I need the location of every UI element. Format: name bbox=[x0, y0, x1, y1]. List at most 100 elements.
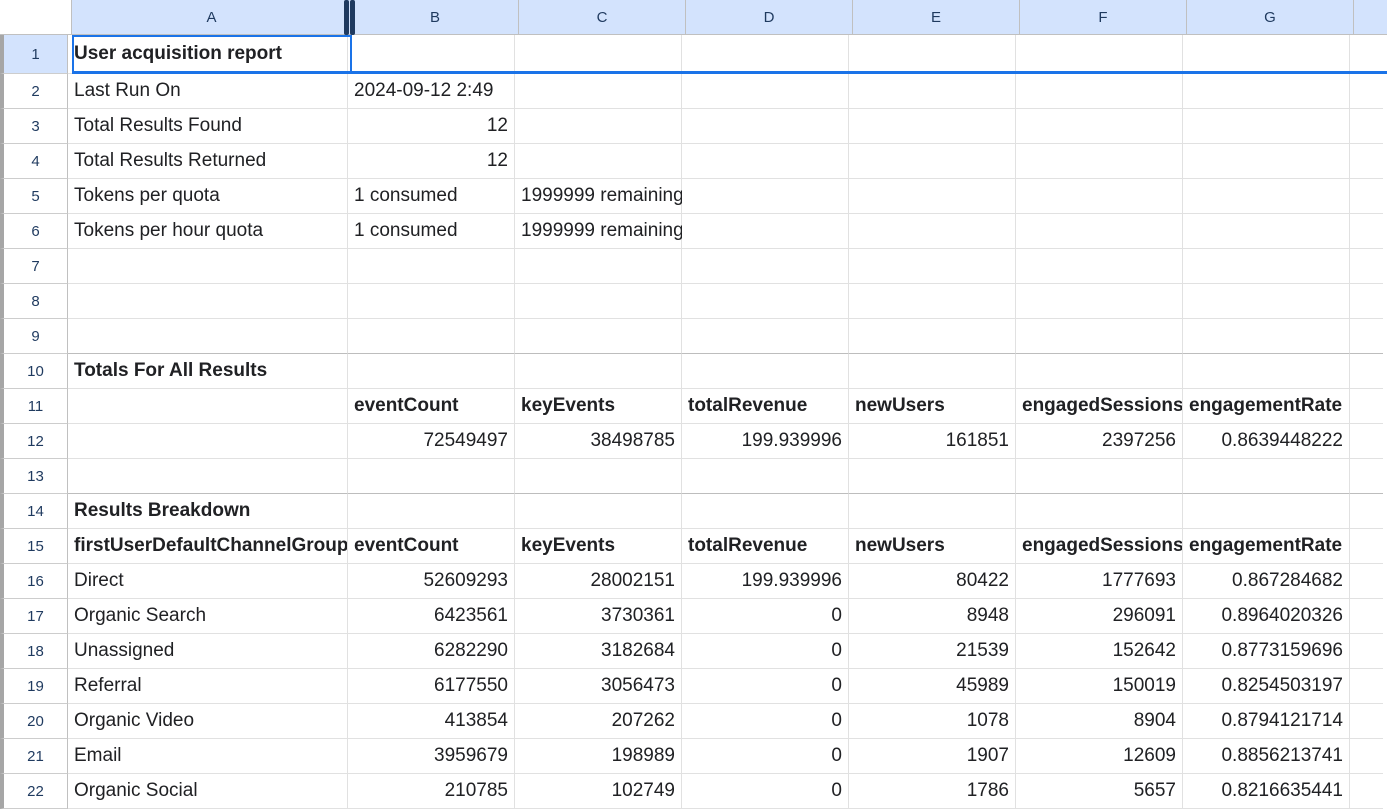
cell-G21[interactable]: 0.8856213741 bbox=[1183, 739, 1350, 774]
cell-D18[interactable]: 0 bbox=[682, 634, 849, 669]
cell-H4[interactable] bbox=[1350, 144, 1383, 179]
cell-C11[interactable]: keyEvents bbox=[515, 389, 682, 424]
cell-A9[interactable] bbox=[68, 319, 348, 354]
cell-B10[interactable] bbox=[348, 354, 515, 389]
cell-A2[interactable]: Last Run On bbox=[68, 74, 348, 109]
cell-D13[interactable] bbox=[682, 459, 849, 494]
cell-E2[interactable] bbox=[849, 74, 1016, 109]
cell-F20[interactable]: 8904 bbox=[1016, 704, 1183, 739]
cell-E6[interactable] bbox=[849, 214, 1016, 249]
cell-A1[interactable]: User acquisition report bbox=[68, 35, 348, 74]
cell-A5[interactable]: Tokens per quota bbox=[68, 179, 348, 214]
col-header-A[interactable]: A bbox=[72, 0, 352, 35]
cell-E7[interactable] bbox=[849, 249, 1016, 284]
cell-E12[interactable]: 161851 bbox=[849, 424, 1016, 459]
cell-E11[interactable]: newUsers bbox=[849, 389, 1016, 424]
cell-E17[interactable]: 8948 bbox=[849, 599, 1016, 634]
cell-E14[interactable] bbox=[849, 494, 1016, 529]
cell-F18[interactable]: 152642 bbox=[1016, 634, 1183, 669]
cell-E16[interactable]: 80422 bbox=[849, 564, 1016, 599]
cell-A10[interactable]: Totals For All Results bbox=[68, 354, 348, 389]
row-header-10[interactable]: 10 bbox=[0, 354, 68, 389]
cell-F14[interactable] bbox=[1016, 494, 1183, 529]
cell-F22[interactable]: 5657 bbox=[1016, 774, 1183, 809]
cell-B15[interactable]: eventCount bbox=[348, 529, 515, 564]
cell-B21[interactable]: 3959679 bbox=[348, 739, 515, 774]
cell-D16[interactable]: 199.939996 bbox=[682, 564, 849, 599]
row-header-5[interactable]: 5 bbox=[0, 179, 68, 214]
cell-D21[interactable]: 0 bbox=[682, 739, 849, 774]
cell-H9[interactable] bbox=[1350, 319, 1383, 354]
cell-H16[interactable] bbox=[1350, 564, 1383, 599]
cell-C4[interactable] bbox=[515, 144, 682, 179]
cell-C16[interactable]: 28002151 bbox=[515, 564, 682, 599]
col-header-B[interactable]: B bbox=[352, 0, 519, 35]
cell-E19[interactable]: 45989 bbox=[849, 669, 1016, 704]
column-resize-handle-icon[interactable] bbox=[344, 0, 355, 35]
cell-E21[interactable]: 1907 bbox=[849, 739, 1016, 774]
cell-D8[interactable] bbox=[682, 284, 849, 319]
cell-D10[interactable] bbox=[682, 354, 849, 389]
row-header-22[interactable]: 22 bbox=[0, 774, 68, 809]
cell-B16[interactable]: 52609293 bbox=[348, 564, 515, 599]
cell-F9[interactable] bbox=[1016, 319, 1183, 354]
cell-H19[interactable] bbox=[1350, 669, 1383, 704]
cell-E8[interactable] bbox=[849, 284, 1016, 319]
cell-H12[interactable] bbox=[1350, 424, 1383, 459]
cell-G12[interactable]: 0.8639448222 bbox=[1183, 424, 1350, 459]
cell-B13[interactable] bbox=[348, 459, 515, 494]
cell-C22[interactable]: 102749 bbox=[515, 774, 682, 809]
row-header-21[interactable]: 21 bbox=[0, 739, 68, 774]
cell-F5[interactable] bbox=[1016, 179, 1183, 214]
cell-B5[interactable]: 1 consumed bbox=[348, 179, 515, 214]
cell-H18[interactable] bbox=[1350, 634, 1383, 669]
cell-B22[interactable]: 210785 bbox=[348, 774, 515, 809]
cell-E20[interactable]: 1078 bbox=[849, 704, 1016, 739]
cell-B8[interactable] bbox=[348, 284, 515, 319]
cell-D5[interactable] bbox=[682, 179, 849, 214]
cell-B20[interactable]: 413854 bbox=[348, 704, 515, 739]
col-header-D[interactable]: D bbox=[686, 0, 853, 35]
cell-B9[interactable] bbox=[348, 319, 515, 354]
cell-H21[interactable] bbox=[1350, 739, 1383, 774]
cell-D12[interactable]: 199.939996 bbox=[682, 424, 849, 459]
cell-G1[interactable] bbox=[1183, 35, 1350, 74]
cell-C21[interactable]: 198989 bbox=[515, 739, 682, 774]
cell-A4[interactable]: Total Results Returned bbox=[68, 144, 348, 179]
cell-A3[interactable]: Total Results Found bbox=[68, 109, 348, 144]
cell-G22[interactable]: 0.8216635441 bbox=[1183, 774, 1350, 809]
cell-H11[interactable] bbox=[1350, 389, 1383, 424]
cell-D3[interactable] bbox=[682, 109, 849, 144]
col-header-F[interactable]: F bbox=[1020, 0, 1187, 35]
cell-B19[interactable]: 6177550 bbox=[348, 669, 515, 704]
cell-G6[interactable] bbox=[1183, 214, 1350, 249]
cell-B12[interactable]: 72549497 bbox=[348, 424, 515, 459]
cell-B4[interactable]: 12 bbox=[348, 144, 515, 179]
cell-B1[interactable] bbox=[348, 35, 515, 74]
cell-C1[interactable] bbox=[515, 35, 682, 74]
cell-A7[interactable] bbox=[68, 249, 348, 284]
row-header-15[interactable]: 15 bbox=[0, 529, 68, 564]
cell-A18[interactable]: Unassigned bbox=[68, 634, 348, 669]
cell-C18[interactable]: 3182684 bbox=[515, 634, 682, 669]
cell-H1[interactable] bbox=[1350, 35, 1383, 74]
cell-C3[interactable] bbox=[515, 109, 682, 144]
cell-H13[interactable] bbox=[1350, 459, 1383, 494]
cell-H2[interactable] bbox=[1350, 74, 1383, 109]
row-header-3[interactable]: 3 bbox=[0, 109, 68, 144]
cell-H8[interactable] bbox=[1350, 284, 1383, 319]
cell-D2[interactable] bbox=[682, 74, 849, 109]
cell-F13[interactable] bbox=[1016, 459, 1183, 494]
cell-A19[interactable]: Referral bbox=[68, 669, 348, 704]
cell-G9[interactable] bbox=[1183, 319, 1350, 354]
cell-G13[interactable] bbox=[1183, 459, 1350, 494]
cell-C5[interactable]: 1999999 remaining bbox=[515, 179, 682, 214]
row-header-1[interactable]: 1 bbox=[0, 35, 68, 74]
cell-G7[interactable] bbox=[1183, 249, 1350, 284]
cell-D17[interactable]: 0 bbox=[682, 599, 849, 634]
cell-E4[interactable] bbox=[849, 144, 1016, 179]
cell-G10[interactable] bbox=[1183, 354, 1350, 389]
cell-D19[interactable]: 0 bbox=[682, 669, 849, 704]
row-header-14[interactable]: 14 bbox=[0, 494, 68, 529]
row-header-2[interactable]: 2 bbox=[0, 74, 68, 109]
